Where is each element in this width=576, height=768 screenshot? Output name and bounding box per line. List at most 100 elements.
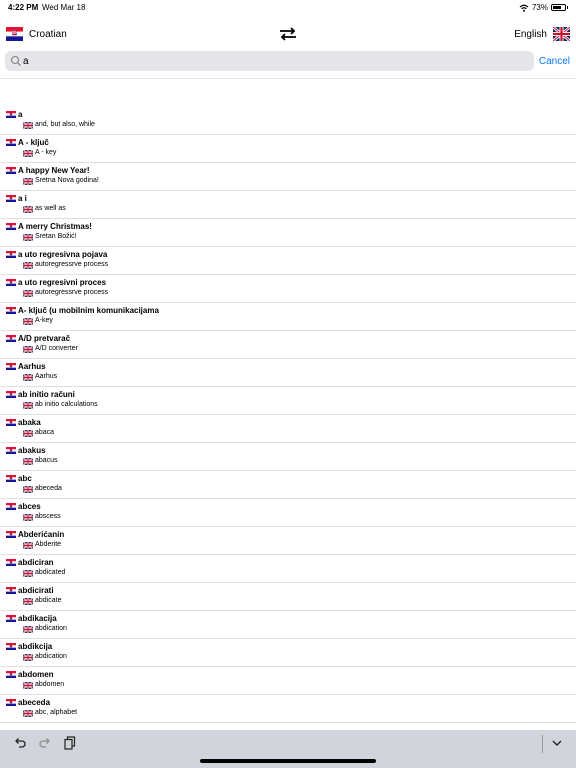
list-item[interactable]: A happy New Year! Sretna Nova godina! xyxy=(0,163,576,191)
list-item[interactable]: Abderićanin Abderite xyxy=(0,527,576,555)
entry-term: A- ključ (u mobilnim komunikacijama xyxy=(18,306,159,315)
list-item[interactable]: a i as well as xyxy=(0,191,576,219)
entry-translation: abdicate xyxy=(35,597,62,604)
list-item[interactable]: abdikcija abdication xyxy=(0,639,576,667)
entry-term: abdomen xyxy=(18,670,54,679)
uk-flag-icon[interactable] xyxy=(553,27,570,41)
undo-icon[interactable] xyxy=(13,736,27,750)
header-divider xyxy=(0,78,576,79)
uk-flag-icon xyxy=(23,542,33,549)
uk-flag-icon xyxy=(23,262,33,269)
uk-flag-icon xyxy=(23,570,33,577)
entry-term: A - ključ xyxy=(18,138,49,147)
redo-icon[interactable] xyxy=(38,736,52,750)
uk-flag-icon xyxy=(23,598,33,605)
toolbar-separator xyxy=(542,735,543,753)
uk-flag-icon xyxy=(23,178,33,185)
status-indicators: 73% xyxy=(519,3,568,12)
battery-icon xyxy=(551,4,566,11)
croatia-flag-icon xyxy=(6,111,16,118)
entry-translation: abc, alphabet xyxy=(35,709,78,716)
list-item[interactable]: abdiciran abdicated xyxy=(0,555,576,583)
uk-flag-icon xyxy=(23,710,33,717)
uk-flag-icon xyxy=(23,150,33,157)
croatia-flag-icon xyxy=(6,251,16,258)
list-item[interactable]: abeceda abc, alphabet xyxy=(0,695,576,723)
chevron-down-icon[interactable] xyxy=(550,736,564,750)
source-language-label[interactable]: Croatian xyxy=(29,29,67,40)
list-item[interactable]: a uto regresivna pojava autoregressrve pr… xyxy=(0,247,576,275)
entry-translation: autoregressrve process xyxy=(35,289,109,296)
croatia-flag-icon xyxy=(6,307,16,314)
list-item[interactable]: abdicirati abdicate xyxy=(0,583,576,611)
entry-translation: abdomen xyxy=(35,681,65,688)
list-item[interactable]: Aarhus Aarhus xyxy=(0,359,576,387)
entry-translation: as well as xyxy=(35,205,66,212)
list-item[interactable]: a uto regresivni proces autoregressrve pr… xyxy=(0,275,576,303)
search-field[interactable] xyxy=(5,51,534,71)
croatia-flag-icon xyxy=(6,643,16,650)
list-item[interactable]: A merry Christmas! Sretan Božić! xyxy=(0,219,576,247)
entry-term: abdikcija xyxy=(18,642,53,651)
entry-term: a i xyxy=(18,194,27,203)
list-item[interactable]: ab initio računi ab initio calculations xyxy=(0,387,576,415)
entry-term: abces xyxy=(18,502,41,511)
entry-term: abeceda xyxy=(18,698,51,707)
search-input[interactable] xyxy=(23,53,523,69)
list-item[interactable]: abdomen abdomen xyxy=(0,667,576,695)
entry-term: a uto regresivna pojava xyxy=(18,250,108,259)
croatia-flag-icon xyxy=(6,167,16,174)
entry-translation: Abderite xyxy=(35,541,62,548)
entry-term: a uto regresivni proces xyxy=(18,278,107,287)
croatia-flag-icon xyxy=(6,223,16,230)
battery-cap xyxy=(567,6,568,9)
swap-arrows-icon[interactable] xyxy=(279,27,297,41)
croatia-flag-icon xyxy=(6,587,16,594)
list-item[interactable]: abces abscess xyxy=(0,499,576,527)
entry-translation: autoregressrve process xyxy=(35,261,109,268)
entry-translation: and, but also, while xyxy=(35,121,95,128)
entry-translation: abdicated xyxy=(35,569,66,576)
croatia-flag-icon xyxy=(6,447,16,454)
croatia-flag-icon xyxy=(6,279,16,286)
magnifier-icon xyxy=(10,55,21,66)
entry-translation: Aarhus xyxy=(35,373,58,380)
croatia-flag-icon xyxy=(6,559,16,566)
croatia-flag-icon[interactable] xyxy=(6,27,23,41)
entry-term: A/D pretvarač xyxy=(18,334,71,343)
list-item[interactable]: a and, but also, while xyxy=(0,107,576,135)
list-item[interactable]: A- ključ (u mobilnim komunikacijama A-key xyxy=(0,303,576,331)
croatia-flag-icon xyxy=(6,335,16,342)
target-language-label[interactable]: English xyxy=(514,29,547,40)
entry-term: abdikacija xyxy=(18,614,57,623)
croatia-flag-icon xyxy=(6,671,16,678)
language-bar: Croatian English xyxy=(0,22,576,48)
list-item[interactable]: abaka abaca xyxy=(0,415,576,443)
entry-term: abc xyxy=(18,474,32,483)
croatia-flag-icon xyxy=(6,503,16,510)
entry-term: a xyxy=(18,110,23,119)
list-item[interactable]: abakus abacus xyxy=(0,443,576,471)
cancel-button[interactable]: Cancel xyxy=(539,56,570,67)
croatia-flag-icon xyxy=(6,363,16,370)
entry-translation: abaca xyxy=(35,429,55,436)
results-list[interactable]: a and, but also, while A - ključ A - key A h… xyxy=(0,107,576,730)
list-item[interactable]: A - ključ A - key xyxy=(0,135,576,163)
battery-percent: 73% xyxy=(531,3,548,12)
entry-translation: ab initio calculations xyxy=(35,401,98,408)
uk-flag-icon xyxy=(23,626,33,633)
croatia-flag-icon xyxy=(6,139,16,146)
uk-flag-icon xyxy=(23,122,33,129)
uk-flag-icon xyxy=(23,682,33,689)
entry-term: ab initio računi xyxy=(18,390,75,399)
uk-flag-icon xyxy=(23,290,33,297)
uk-flag-icon xyxy=(23,374,33,381)
entry-translation: A/D converter xyxy=(35,345,78,352)
list-item[interactable]: abc abeceda xyxy=(0,471,576,499)
status-date: Wed Mar 18 xyxy=(42,3,86,12)
croatia-flag-icon xyxy=(6,699,16,706)
clipboard-icon[interactable] xyxy=(63,736,77,750)
list-item[interactable]: abdikacija abdication xyxy=(0,611,576,639)
croatia-flag-icon xyxy=(6,531,16,538)
list-item[interactable]: A/D pretvarač A/D converter xyxy=(0,331,576,359)
